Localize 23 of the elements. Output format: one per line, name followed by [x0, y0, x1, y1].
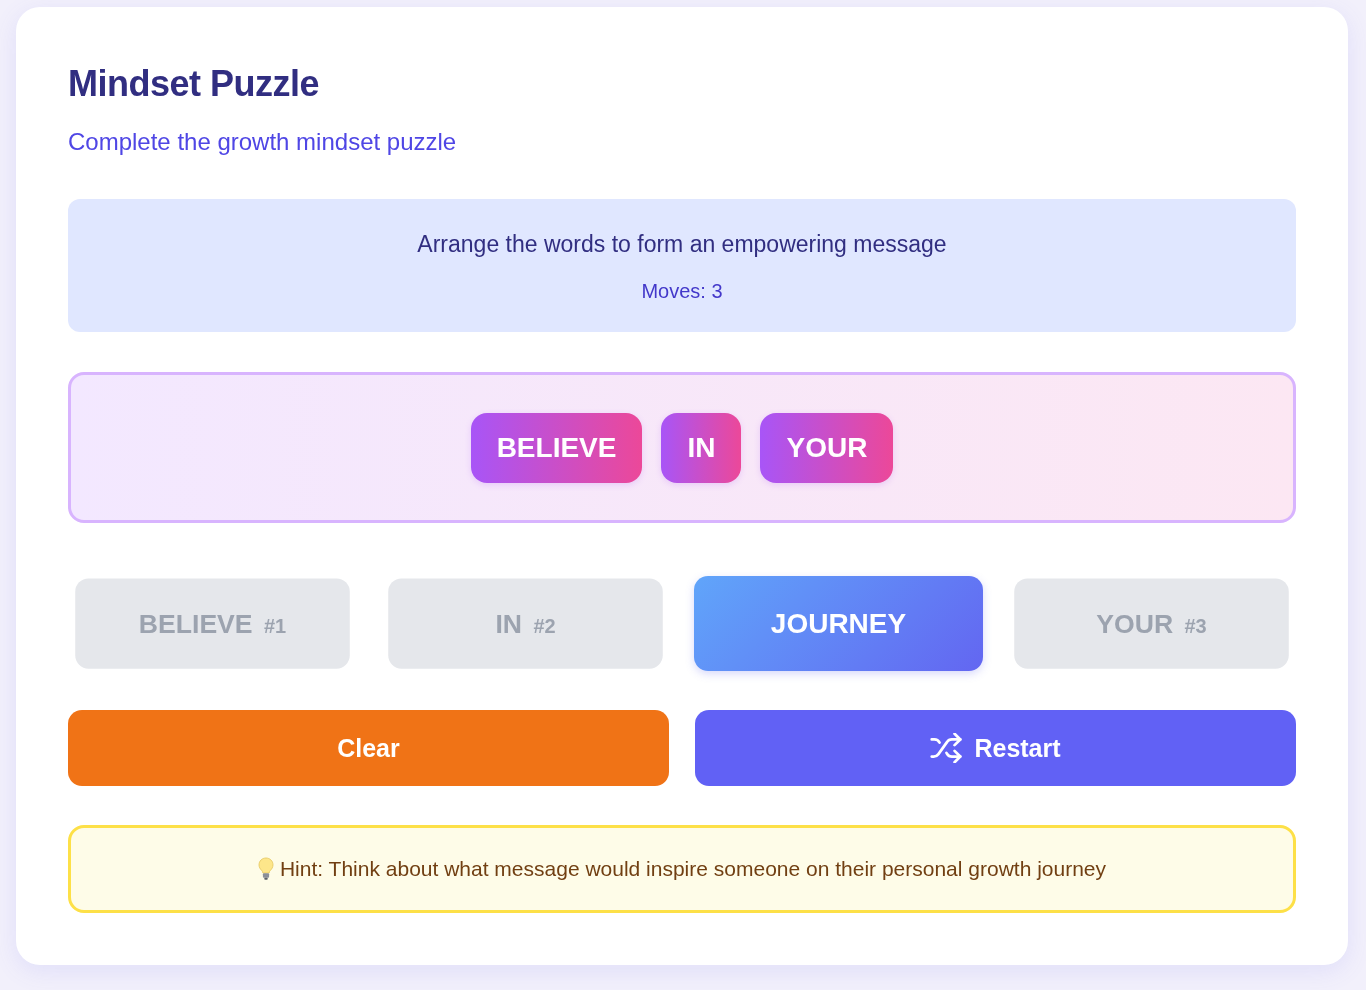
restart-button[interactable]: Restart: [695, 710, 1296, 786]
answer-word-chip[interactable]: IN: [661, 413, 742, 483]
tile-word: IN: [495, 608, 522, 639]
shuffle-icon: [930, 733, 963, 763]
clear-button[interactable]: Clear: [68, 710, 669, 786]
moves-counter: Moves: 3: [641, 279, 723, 304]
page-title: Mindset Puzzle: [68, 62, 321, 106]
tile-word: JOURNEY: [770, 607, 907, 640]
page-subtitle: Complete the growth mindset puzzle: [68, 127, 458, 157]
instructions-text: Arrange the words to form an empowering message: [417, 230, 947, 259]
tile-order: #1: [264, 613, 287, 637]
hint-text: Hint: Think about what message would inspire someone on their personal growth journey: [279, 856, 1107, 882]
lightbulb-icon: [257, 857, 274, 881]
tile-order: #2: [533, 613, 556, 637]
tile-order: #3: [1184, 613, 1207, 637]
answer-word-chip[interactable]: BELIEVE: [470, 413, 643, 483]
word-tile[interactable]: YOUR #3: [1014, 578, 1289, 669]
word-tile[interactable]: IN #2: [388, 578, 663, 669]
tile-word: YOUR: [1096, 608, 1174, 639]
word-tile[interactable]: JOURNEY: [694, 576, 983, 671]
tile-word: BELIEVE: [138, 608, 253, 639]
answer-word-chip[interactable]: YOUR: [760, 413, 894, 483]
word-tile[interactable]: BELIEVE #1: [75, 578, 350, 669]
